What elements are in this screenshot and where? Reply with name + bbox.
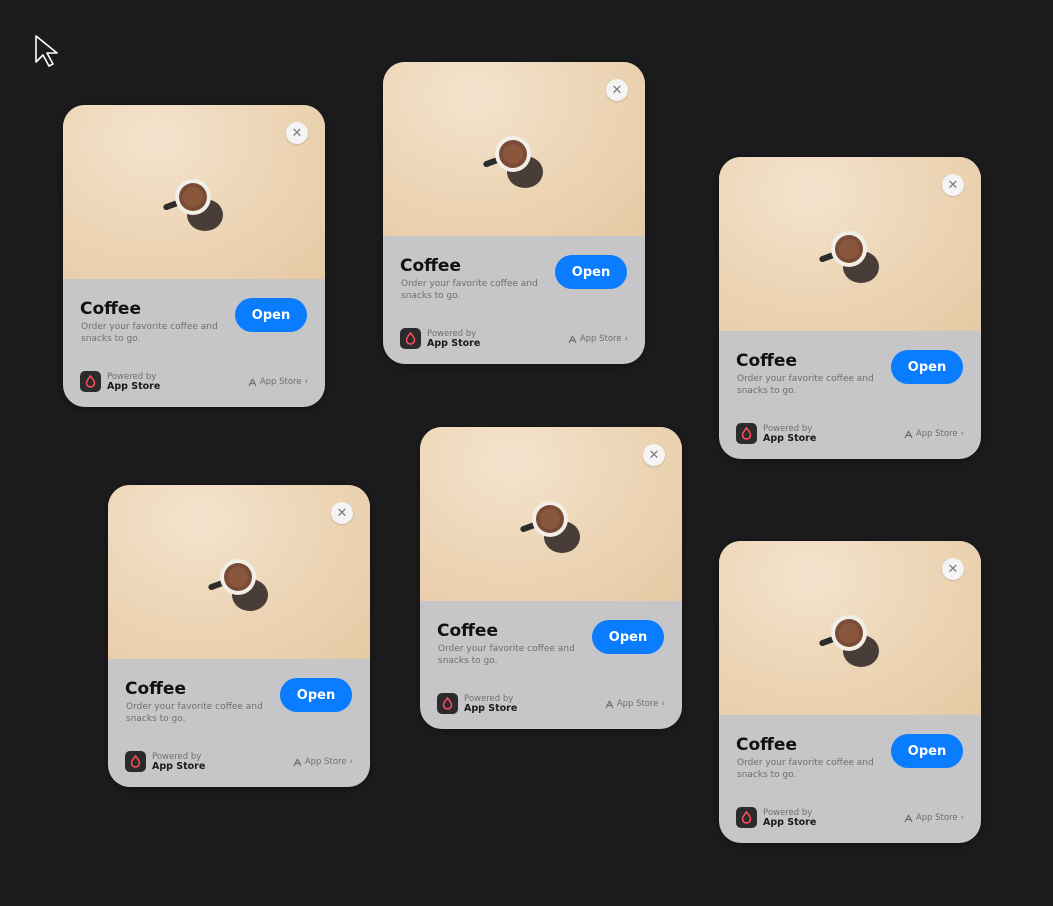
app-clip-card: ✕ Coffee Order your favorite coffee and … — [420, 427, 682, 729]
app-store-icon — [293, 758, 302, 766]
app-store-label: App Store — [152, 761, 206, 772]
app-store-label: App Store — [464, 703, 518, 714]
powered-by-text: Powered by App Store — [427, 329, 480, 349]
app-title: Coffee — [125, 679, 186, 699]
hero-image: ✕ — [420, 427, 682, 601]
coffee-cup-image — [208, 559, 268, 611]
app-store-label: App Store — [763, 433, 817, 444]
hero-image: ✕ — [383, 62, 645, 236]
app-store-icon — [904, 814, 913, 822]
hero-image: ✕ — [719, 157, 981, 331]
app-description: Order your favorite coffee and snacks to… — [126, 702, 263, 724]
chevron-right-icon: › — [304, 377, 308, 387]
hero-image: ✕ — [108, 485, 370, 659]
powered-by-text: Powered by App Store — [763, 808, 816, 828]
app-store-link[interactable]: App Store › — [904, 429, 964, 439]
app-store-label: App Store — [763, 817, 817, 828]
app-store-link[interactable]: App Store › — [568, 334, 628, 344]
app-title: Coffee — [400, 256, 461, 276]
app-store-icon — [248, 378, 257, 386]
app-store-icon — [605, 700, 614, 708]
powered-by-text: Powered by App Store — [763, 424, 816, 444]
chevron-right-icon: › — [661, 699, 665, 709]
app-store-link[interactable]: App Store › — [248, 377, 308, 387]
close-button[interactable]: ✕ — [643, 444, 665, 466]
app-store-icon — [568, 335, 577, 343]
open-button[interactable]: Open — [891, 350, 963, 384]
app-clip-card: ✕ Coffee Order your favorite coffee and … — [108, 485, 370, 787]
close-button[interactable]: ✕ — [331, 502, 353, 524]
app-store-link-label: App Store — [304, 757, 347, 767]
app-clip-card: ✕ Coffee Order your favorite coffee and … — [719, 541, 981, 843]
app-store-link[interactable]: App Store › — [605, 699, 665, 709]
close-button[interactable]: ✕ — [606, 79, 628, 101]
app-clip-card: ✕ Coffee Order your favorite coffee and … — [383, 62, 645, 364]
app-logo-icon — [80, 371, 101, 392]
app-title: Coffee — [736, 351, 797, 371]
app-description: Order your favorite coffee and snacks to… — [401, 279, 538, 301]
app-store-icon — [904, 430, 913, 438]
app-clip-card: ✕ Coffee Order your favorite coffee and … — [719, 157, 981, 459]
coffee-cup-image — [163, 179, 223, 231]
app-store-link-label: App Store — [259, 377, 302, 387]
chevron-right-icon: › — [624, 334, 628, 344]
app-title: Coffee — [736, 735, 797, 755]
open-button[interactable]: Open — [592, 620, 664, 654]
app-logo-icon — [125, 751, 146, 772]
app-store-link-label: App Store — [915, 813, 958, 823]
app-store-link-label: App Store — [579, 334, 622, 344]
open-button[interactable]: Open — [891, 734, 963, 768]
hero-image: ✕ — [719, 541, 981, 715]
coffee-cup-image — [819, 615, 879, 667]
chevron-right-icon: › — [960, 429, 964, 439]
open-button[interactable]: Open — [235, 298, 307, 332]
app-description: Order your favorite coffee and snacks to… — [81, 322, 218, 344]
app-title: Coffee — [437, 621, 498, 641]
app-description: Order your favorite coffee and snacks to… — [737, 758, 874, 780]
app-clip-card: ✕ Coffee Order your favorite coffee and … — [63, 105, 325, 407]
coffee-cup-image — [520, 501, 580, 553]
app-store-link-label: App Store — [616, 699, 659, 709]
app-description: Order your favorite coffee and snacks to… — [737, 374, 874, 396]
powered-by-text: Powered by App Store — [464, 694, 517, 714]
app-store-link[interactable]: App Store › — [293, 757, 353, 767]
powered-by-text: Powered by App Store — [152, 752, 205, 772]
app-logo-icon — [400, 328, 421, 349]
coffee-cup-image — [483, 136, 543, 188]
app-logo-icon — [736, 807, 757, 828]
chevron-right-icon: › — [960, 813, 964, 823]
coffee-cup-image — [819, 231, 879, 283]
close-button[interactable]: ✕ — [942, 174, 964, 196]
app-description: Order your favorite coffee and snacks to… — [438, 644, 575, 666]
app-logo-icon — [437, 693, 458, 714]
app-store-link-label: App Store — [915, 429, 958, 439]
hero-image: ✕ — [63, 105, 325, 279]
app-store-link[interactable]: App Store › — [904, 813, 964, 823]
app-logo-icon — [736, 423, 757, 444]
close-button[interactable]: ✕ — [286, 122, 308, 144]
powered-by-text: Powered by App Store — [107, 372, 160, 392]
close-button[interactable]: ✕ — [942, 558, 964, 580]
app-title: Coffee — [80, 299, 141, 319]
chevron-right-icon: › — [349, 757, 353, 767]
app-store-label: App Store — [107, 381, 161, 392]
app-store-label: App Store — [427, 338, 481, 349]
open-button[interactable]: Open — [280, 678, 352, 712]
open-button[interactable]: Open — [555, 255, 627, 289]
mouse-cursor-icon — [35, 35, 58, 67]
